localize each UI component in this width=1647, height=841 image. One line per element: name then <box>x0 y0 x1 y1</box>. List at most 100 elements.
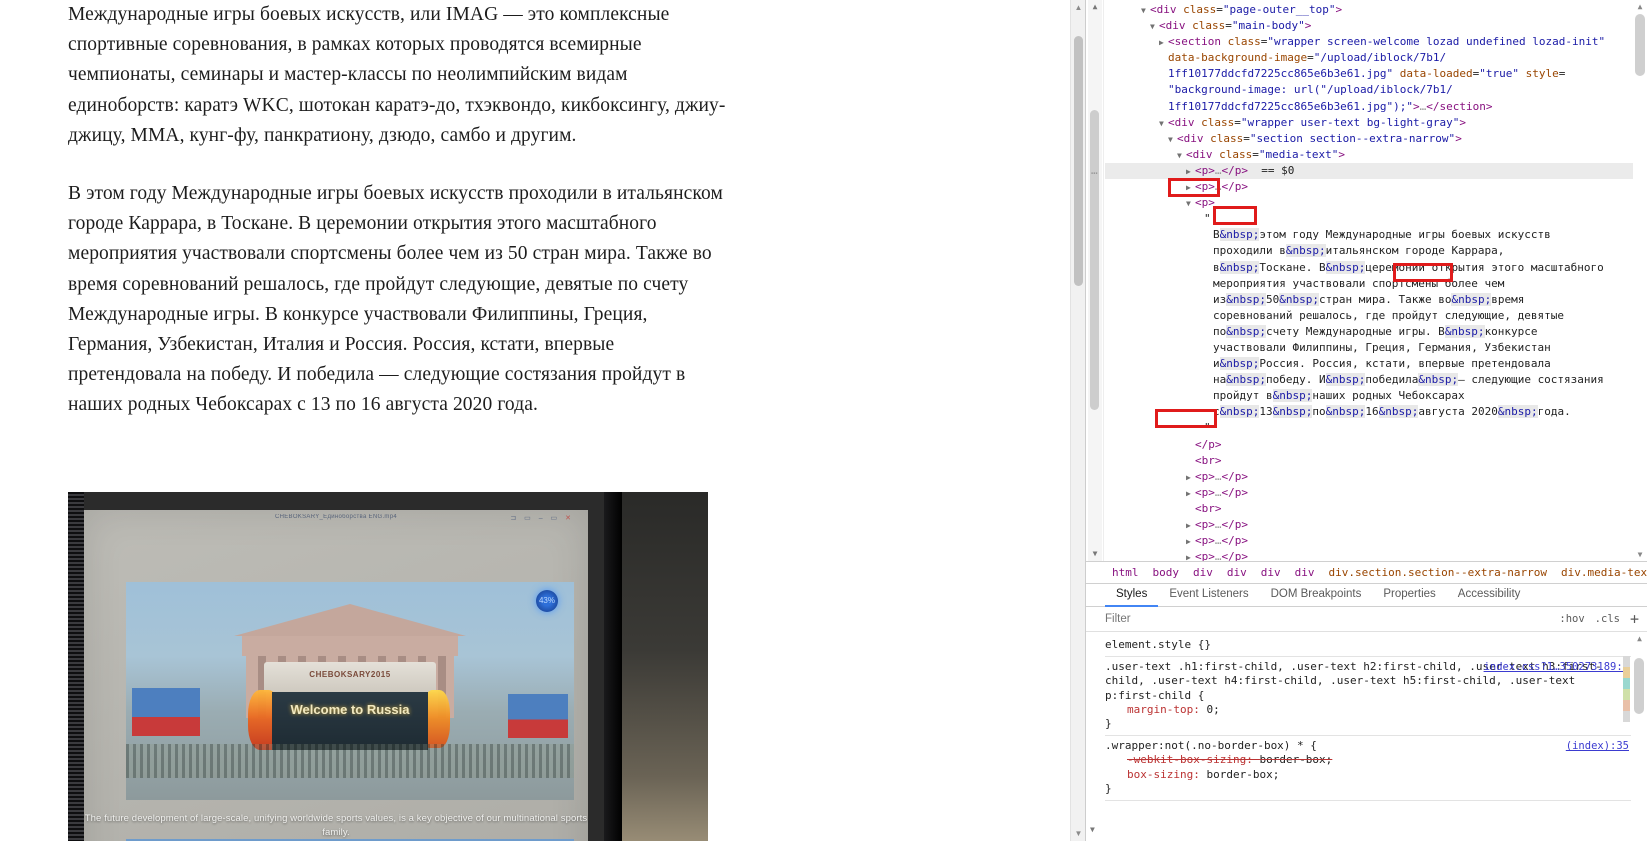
tab-styles[interactable]: Styles <box>1105 583 1158 607</box>
chevron-down-icon[interactable]: ▼ <box>1177 148 1186 163</box>
dom-tree-line[interactable]: по&nbsp;счету Международные игры. В&nbsp… <box>1105 324 1633 340</box>
dom-tree-line[interactable]: ▶ <p>…</p> <box>1105 179 1633 195</box>
breadcrumb[interactable]: html body div div div div div.section.section-… <box>1086 561 1647 583</box>
dom-tree-line[interactable]: с&nbsp;13&nbsp;по&nbsp;16&nbsp;августа 2… <box>1105 404 1633 420</box>
dom-tree-line[interactable]: "background-image: url("/upload/iblock/7… <box>1105 82 1633 98</box>
chevron-right-icon[interactable]: ▶ <box>1186 534 1195 549</box>
dom-tree-line[interactable]: проходили в&nbsp;итальянском городе Карр… <box>1105 243 1633 259</box>
css-rule[interactable]: index.css?1…350273189:1 .user-text .h1:fi… <box>1105 657 1631 737</box>
chevron-right-icon[interactable]: ▶ <box>1186 550 1195 561</box>
dom-tree-line[interactable]: ▼ <div class="wrapper user-text bg-light-… <box>1105 115 1633 131</box>
dom-tree-line[interactable]: 1ff10177ddcfd7225cc865e6b3e61.jpg");">…<… <box>1105 99 1633 115</box>
styles-pane[interactable]: ▼ element.style {} index.css?1…350273189:… <box>1086 632 1647 841</box>
dom-tree-line[interactable]: ▼ <div class="main-body"> <box>1105 18 1633 34</box>
dom-tree-line[interactable]: ▶ <p>…</p> <box>1105 517 1633 533</box>
dom-tree-line[interactable]: ▼ <div class="section section--extra-narr… <box>1105 131 1633 147</box>
scroll-down-icon[interactable]: ▼ <box>1088 547 1102 561</box>
dom-tree-line[interactable]: пройдут в&nbsp;наших родных Чебоксарах <box>1105 388 1633 404</box>
new-style-rule-button[interactable]: + <box>1630 612 1639 627</box>
scroll-up-icon[interactable]: ▲ <box>1071 0 1085 15</box>
chevron-down-icon[interactable]: ▼ <box>1159 116 1168 131</box>
tab-dom-breakpoints[interactable]: DOM Breakpoints <box>1260 583 1373 607</box>
dom-tree-line[interactable]: <br> <box>1105 453 1633 469</box>
dom-tree-line[interactable]: 1ff10177ddcfd7225cc865e6b3e61.jpg" data-… <box>1105 66 1633 82</box>
styles-scroll-down-icon[interactable]: ▼ <box>1090 823 1095 837</box>
devtools-outer-scrollbar[interactable]: ▲ ▼ <box>1088 0 1102 561</box>
dom-tree-scrollbar-thumb[interactable] <box>1635 14 1645 76</box>
css-selector[interactable]: .wrapper:not(.no-border-box) * { <box>1105 739 1317 752</box>
dom-tree-line[interactable]: в&nbsp;Тоскане. В&nbsp;церемонии открыти… <box>1105 260 1633 276</box>
css-rule[interactable]: element.style {} <box>1105 635 1631 658</box>
css-rule[interactable]: (index):35 .wrapper:not(.no-border-box) *… <box>1105 736 1631 802</box>
dom-tree-line[interactable]: ▶ <p>…</p> <box>1105 549 1633 561</box>
styles-scrollbar[interactable]: ▲ <box>1632 632 1647 841</box>
css-rules-list[interactable]: element.style {} index.css?1…350273189:1.… <box>1105 632 1631 841</box>
dom-tree-line[interactable]: В&nbsp;этом году Международные игры боев… <box>1105 227 1633 243</box>
breadcrumb-item[interactable]: div.section.section--extra-narrow <box>1322 562 1555 584</box>
dom-tree-line[interactable]: и&nbsp;Россия. Россия, кстати, впервые п… <box>1105 356 1633 372</box>
scroll-up-icon[interactable]: ▲ <box>1632 632 1647 645</box>
breadcrumb-item[interactable]: div <box>1288 562 1322 584</box>
css-declaration[interactable]: -webkit-box-sizing: border-box; <box>1105 753 1631 767</box>
tab-properties[interactable]: Properties <box>1372 583 1446 607</box>
css-source-link[interactable]: (index):35 <box>1566 739 1629 753</box>
css-source-link[interactable]: index.css?1…350273189:1 <box>1484 660 1629 674</box>
cls-toggle-button[interactable]: .cls <box>1595 613 1620 625</box>
dom-tree-line[interactable]: ▼ <div class="page-outer__top"> <box>1105 2 1633 18</box>
dom-tree-line[interactable]: " <box>1105 211 1633 227</box>
dom-tree-line[interactable]: ▼ <p> <box>1105 195 1633 211</box>
css-declaration[interactable]: margin-top: 0; <box>1105 703 1631 717</box>
dom-tree-lines[interactable]: ▼ <div class="page-outer__top"> ▼ <div clas… <box>1091 0 1633 561</box>
styles-scrollbar-thumb[interactable] <box>1634 658 1644 714</box>
sidebar-pane-tabs[interactable]: Styles Event Listeners DOM Breakpoints Prop… <box>1086 583 1647 607</box>
dom-tree-line[interactable]: </p> <box>1105 437 1633 453</box>
scroll-up-icon[interactable]: ▲ <box>1633 0 1647 13</box>
styles-filter-row[interactable]: :hov .cls + <box>1086 607 1647 632</box>
tab-event-listeners[interactable]: Event Listeners <box>1158 583 1259 607</box>
styles-filter-tools[interactable]: :hov .cls + <box>1559 612 1647 627</box>
breadcrumb-item[interactable]: div <box>1220 562 1254 584</box>
breadcrumb-item[interactable]: html <box>1105 562 1146 584</box>
breadcrumb-item[interactable]: body <box>1146 562 1187 584</box>
breadcrumb-item[interactable]: div <box>1186 562 1220 584</box>
chevron-right-icon[interactable]: ▶ <box>1186 486 1195 501</box>
dom-tree-line[interactable]: … ▶ <p>…</p> == $0 <box>1091 162 1633 180</box>
chevron-down-icon[interactable]: ▼ <box>1186 196 1195 211</box>
dom-tree-line[interactable]: <br> <box>1105 501 1633 517</box>
dom-tree-scrollbar[interactable]: ▲ ▼ <box>1633 0 1647 561</box>
breadcrumb-item[interactable]: div.media-text <box>1554 562 1647 584</box>
scroll-down-icon[interactable]: ▼ <box>1071 826 1085 841</box>
dom-tree-line[interactable]: участвовали Филиппины, Греция, Германия,… <box>1105 340 1633 356</box>
dom-tree-line[interactable]: data-background-image="/upload/iblock/7b… <box>1105 50 1633 66</box>
page-scrollbar[interactable]: ▲ ▼ <box>1070 0 1085 841</box>
chevron-down-icon[interactable]: ▼ <box>1141 3 1150 18</box>
dom-tree-line[interactable]: мероприятия участвовали спортсмены более… <box>1105 276 1633 292</box>
elements-dom-tree[interactable]: ▲ ▼ ▼ <div class="page-outer__top"> ▼ <div … <box>1086 0 1647 561</box>
dom-tree-line[interactable]: " <box>1105 420 1633 436</box>
dom-tree-line[interactable]: ▶ <p>…</p> <box>1105 469 1633 485</box>
chevron-right-icon[interactable]: ▶ <box>1186 470 1195 485</box>
breadcrumb-item[interactable]: div <box>1254 562 1288 584</box>
expand-dots[interactable]: … <box>1091 163 1099 178</box>
dom-tree-line[interactable]: соревнований решалось, где пройдут следу… <box>1105 308 1633 324</box>
chevron-right-icon[interactable]: ▶ <box>1159 35 1168 50</box>
page-scrollbar-thumb[interactable] <box>1074 36 1083 286</box>
css-declaration[interactable]: box-sizing: border-box; <box>1105 768 1631 782</box>
chevron-right-icon[interactable]: ▶ <box>1186 164 1195 179</box>
dom-tree-line[interactable]: ▶ <p>…</p> <box>1105 533 1633 549</box>
chevron-down-icon[interactable]: ▼ <box>1168 132 1177 147</box>
hov-toggle-button[interactable]: :hov <box>1559 613 1584 625</box>
dom-tree-line[interactable]: на&nbsp;победу. И&nbsp;победила&nbsp;— с… <box>1105 372 1633 388</box>
dom-tree-line[interactable]: ▶ <p>…</p> <box>1105 485 1633 501</box>
styles-filter-input[interactable] <box>1105 613 1560 625</box>
css-selector[interactable]: element.style { <box>1105 638 1204 651</box>
scroll-down-icon[interactable]: ▼ <box>1633 548 1647 561</box>
dom-tree-line[interactable]: ▶ <section class="wrapper screen-welcome … <box>1105 34 1633 50</box>
scroll-up-icon[interactable]: ▲ <box>1088 0 1102 14</box>
dom-tree-line[interactable]: ▼ <div class="media-text"> <box>1105 147 1633 163</box>
tab-accessibility[interactable]: Accessibility <box>1447 583 1532 607</box>
dom-tree-line[interactable]: из&nbsp;50&nbsp;стран мира. Также во&nbs… <box>1105 292 1633 308</box>
devtools-scrollbar-thumb[interactable] <box>1090 110 1099 410</box>
chevron-down-icon[interactable]: ▼ <box>1150 19 1159 34</box>
chevron-right-icon[interactable]: ▶ <box>1186 518 1195 533</box>
